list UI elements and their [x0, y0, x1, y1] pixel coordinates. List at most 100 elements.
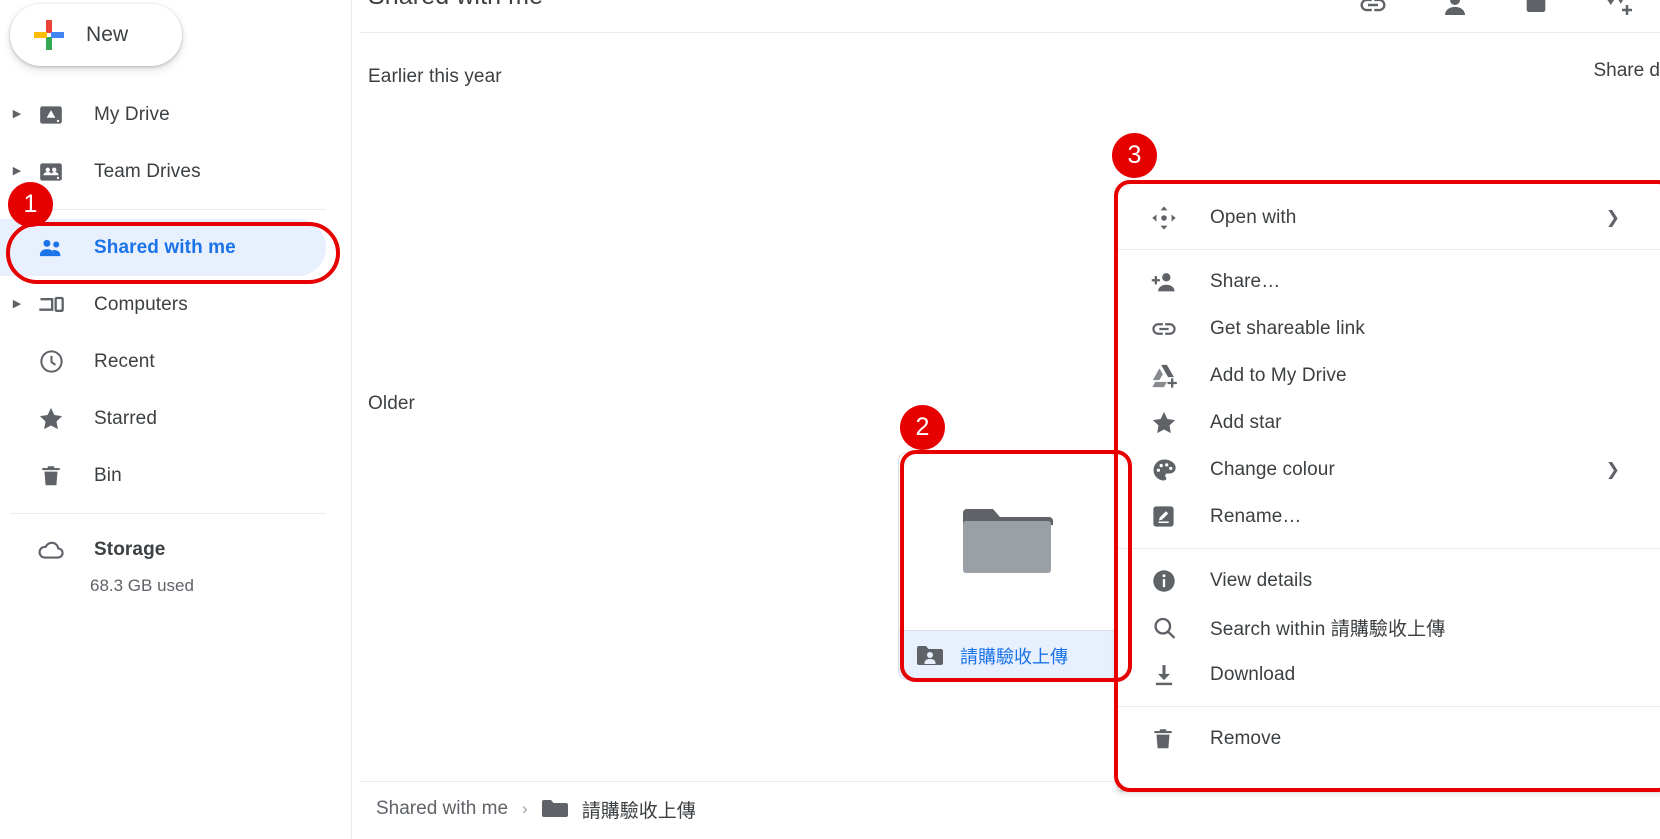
header-divider — [360, 32, 1660, 33]
menu-item-label: Rename… — [1210, 505, 1302, 527]
context-menu: Open with ❯ Share… Get shareable link Ad… — [1118, 184, 1660, 790]
sidebar-item-recent[interactable]: ▶ Recent — [0, 333, 352, 390]
menu-item-add-star[interactable]: Add star — [1118, 399, 1660, 446]
menu-item-label: Search within 請購驗收上傳 — [1210, 619, 1446, 640]
storage-section: ▶ Storage 68.3 GB used — [0, 528, 352, 596]
menu-item-label: Open with — [1210, 206, 1297, 228]
section-label-older: Older — [368, 393, 415, 414]
expand-arrow-icon[interactable]: ▶ — [4, 299, 30, 310]
sidebar-divider — [10, 209, 326, 210]
page-title: Shared with me — [368, 0, 543, 11]
drive-window: New ▶ My Drive ▶ Team Drives Shared with… — [0, 0, 1660, 839]
clock-icon — [30, 348, 72, 375]
sidebar-item-label: Recent — [94, 350, 155, 372]
menu-item-label: Remove — [1210, 727, 1282, 749]
menu-item-download[interactable]: Download — [1118, 651, 1660, 698]
menu-item-label: Add to My Drive — [1210, 364, 1347, 386]
menu-item-add-to-my-drive[interactable]: Add to My Drive — [1118, 352, 1660, 399]
drive-icon — [30, 102, 72, 128]
sidebar-item-computers[interactable]: ▶ Computers — [0, 276, 352, 333]
menu-item-label: View details — [1210, 569, 1313, 591]
trash-icon — [1150, 726, 1192, 752]
people-icon — [30, 234, 72, 262]
menu-item-search-within[interactable]: Search within 請購驗收上傳 — [1118, 604, 1660, 651]
star-icon — [30, 405, 72, 433]
sidebar-item-my-drive[interactable]: ▶ My Drive — [0, 86, 352, 143]
sidebar-item-label: My Drive — [94, 103, 170, 125]
pencil-icon — [1150, 503, 1192, 530]
menu-divider-3 — [1118, 706, 1660, 707]
breadcrumb-current[interactable]: 請購驗收上傳 — [582, 796, 696, 823]
menu-item-get-shareable-link[interactable]: Get shareable link — [1118, 305, 1660, 352]
menu-item-label: Download — [1210, 663, 1296, 685]
team-icon — [30, 159, 72, 185]
chevron-right-icon: ❯ — [1605, 459, 1620, 479]
menu-item-label: Share… — [1210, 270, 1281, 292]
menu-divider-1 — [1118, 249, 1660, 250]
menu-item-view-details[interactable]: View details — [1118, 557, 1660, 604]
person-icon[interactable] — [1440, 0, 1470, 20]
person-add-icon — [1150, 268, 1192, 296]
menu-item-label: Add star — [1210, 411, 1282, 433]
folder-card[interactable]: 請購驗收上傳 — [898, 452, 1116, 680]
chevron-right-icon: ❯ — [1605, 207, 1620, 227]
sidebar-item-shared-with-me[interactable]: ▶ Shared with me — [0, 219, 326, 276]
breadcrumb-root[interactable]: Shared with me — [376, 798, 508, 820]
annotation-badge-3: 3 — [1112, 133, 1157, 178]
folder-icon — [541, 799, 568, 819]
menu-divider-2 — [1118, 548, 1660, 549]
breadcrumb: Shared with me › 請購驗收上傳 — [376, 787, 696, 831]
sidebar-nav: ▶ My Drive ▶ Team Drives Shared with me … — [0, 86, 352, 523]
move-icon — [1150, 204, 1192, 232]
menu-item-label: Change colour — [1210, 458, 1335, 480]
storage-used-label: 68.3 GB used — [90, 576, 194, 595]
sidebar-item-team-drives[interactable]: ▶ Team Drives — [0, 143, 352, 200]
sidebar-item-label: Team Drives — [94, 160, 201, 182]
search-icon — [1150, 614, 1192, 642]
new-button[interactable]: New — [10, 4, 182, 66]
menu-item-share[interactable]: Share… — [1118, 258, 1660, 305]
folder-thumbnail — [899, 453, 1115, 630]
plus-icon — [34, 20, 64, 50]
grid-view-icon[interactable] — [1522, 0, 1550, 19]
folder-icon — [963, 508, 1053, 573]
storage-row[interactable]: ▶ Storage — [0, 528, 352, 572]
storage-title: Storage — [94, 539, 166, 560]
star-icon — [1150, 409, 1192, 437]
menu-item-open-with[interactable]: Open with ❯ — [1118, 194, 1660, 241]
palette-icon — [1150, 456, 1192, 484]
download-icon — [1150, 661, 1192, 689]
chevron-right-icon: › — [522, 799, 528, 818]
header-icon-bar — [1358, 0, 1632, 20]
shared-folder-icon — [917, 645, 943, 667]
sidebar: New ▶ My Drive ▶ Team Drives Shared with… — [0, 0, 352, 839]
sidebar-item-label: Starred — [94, 407, 158, 429]
menu-item-remove[interactable]: Remove — [1118, 715, 1660, 762]
sidebar-item-starred[interactable]: ▶ Starred — [0, 390, 352, 447]
drive-add-icon — [1150, 362, 1192, 390]
info-icon — [1150, 567, 1192, 595]
folder-card-footer: 請購驗收上傳 — [899, 630, 1115, 679]
link-icon[interactable] — [1358, 0, 1388, 20]
menu-item-label: Get shareable link — [1210, 317, 1365, 339]
menu-item-rename[interactable]: Rename… — [1118, 493, 1660, 540]
sidebar-item-label: Shared with me — [94, 236, 236, 258]
section-label-earlier: Earlier this year — [368, 66, 502, 87]
link-icon — [1150, 315, 1192, 343]
sidebar-item-label: Bin — [94, 464, 122, 486]
cloud-icon — [30, 535, 72, 565]
computer-icon — [30, 291, 72, 319]
folder-name-label: 請購驗收上傳 — [960, 646, 1068, 667]
annotation-badge-2: 2 — [900, 405, 945, 450]
sidebar-divider-2 — [10, 513, 326, 514]
expand-arrow-icon[interactable]: ▶ — [4, 166, 30, 177]
share-date-column-header: Share d — [1593, 60, 1660, 81]
annotation-badge-1: 1 — [8, 182, 53, 227]
sort-icon[interactable] — [1602, 0, 1632, 20]
sidebar-item-label: Computers — [94, 293, 188, 315]
new-button-label: New — [86, 23, 129, 46]
menu-item-change-colour[interactable]: Change colour ❯ — [1118, 446, 1660, 493]
sidebar-item-bin[interactable]: ▶ Bin — [0, 447, 352, 504]
expand-arrow-icon[interactable]: ▶ — [4, 109, 30, 120]
trash-icon — [30, 463, 72, 489]
